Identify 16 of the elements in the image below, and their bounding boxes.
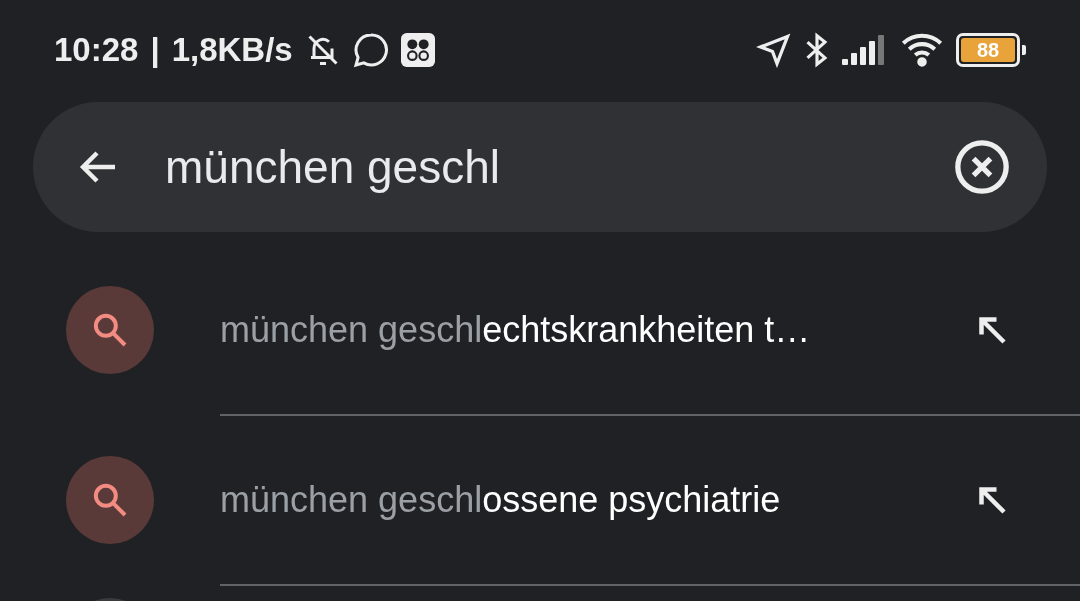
search-value: münchen geschl	[165, 140, 501, 194]
location-arrow-icon	[756, 32, 792, 68]
app-grid-icon	[400, 33, 435, 67]
search-field[interactable]: münchen geschl	[33, 102, 1047, 232]
status-time: 10:28	[54, 31, 139, 69]
network-speed: 1,8KB/s	[171, 31, 293, 69]
clear-icon[interactable]	[953, 138, 1011, 196]
suggestion-item[interactable]: münchen geschlechtskrankheiten t…	[0, 246, 1080, 414]
bluetooth-icon	[804, 31, 830, 69]
wifi-icon	[900, 33, 944, 67]
suggestion-text: münchen geschlechtskrankheiten t…	[220, 309, 812, 351]
status-separator: |	[150, 31, 160, 69]
battery-percent: 88	[961, 38, 1015, 62]
suggestion-text: münchen geschlossene psychiatrie	[220, 479, 782, 521]
suggestion-item[interactable]: münchen geschlossene psychiatrie	[0, 416, 1080, 584]
chat-bubble-icon	[352, 32, 389, 68]
